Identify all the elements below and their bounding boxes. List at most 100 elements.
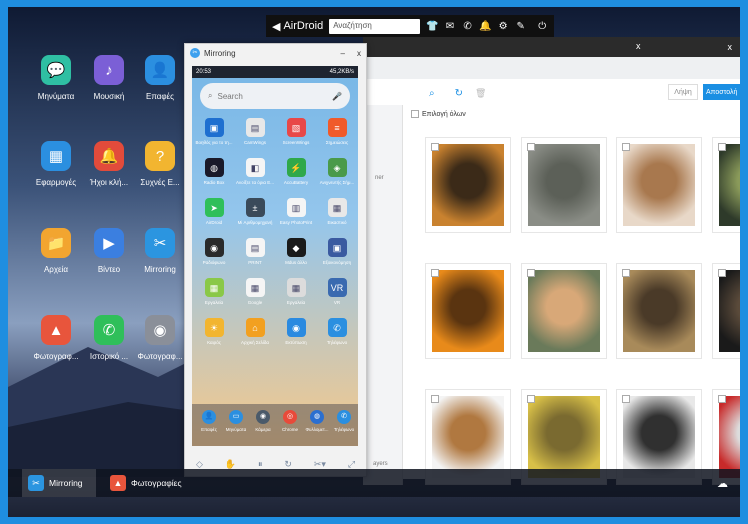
- photo-checkbox[interactable]: [431, 395, 439, 403]
- screenshot-icon[interactable]: ✂▾: [314, 459, 326, 470]
- phone-dock-app[interactable]: ▭ Μηνύματα: [221, 410, 251, 433]
- phone-dock-label: Επαφές: [201, 427, 217, 432]
- phone-dock-app[interactable]: ◎ Chrome: [275, 410, 305, 433]
- photo-thumbnail[interactable]: [712, 137, 740, 233]
- phone-app-icon[interactable]: VR VR: [317, 278, 357, 306]
- phone-icon[interactable]: ✆: [462, 21, 474, 32]
- tshirt-icon[interactable]: 👕: [426, 21, 438, 32]
- photo-checkbox[interactable]: [622, 269, 630, 277]
- phone-dock-app[interactable]: ◉ Κάμερα: [248, 410, 278, 433]
- photo-checkbox[interactable]: [527, 143, 535, 151]
- phone-app-icon[interactable]: ± Mi Αριθμομηχανή: [235, 198, 275, 226]
- airdroid-logo[interactable]: ◀ AirDroid: [272, 20, 323, 33]
- photo-thumbnail[interactable]: [425, 137, 511, 233]
- phone-app-icon[interactable]: ▧ ScreenWings: [276, 118, 316, 146]
- desktop-icon-tile: ▦: [41, 141, 71, 171]
- fullscreen-icon[interactable]: ⤢: [348, 459, 355, 470]
- photo-thumbnail[interactable]: [425, 263, 511, 359]
- photo-thumbnail[interactable]: [616, 137, 702, 233]
- phone-app-icon[interactable]: ▦ Εργαλεία: [194, 278, 234, 306]
- phone-app-icon[interactable]: ▣ Εξοικονόμηση: [317, 238, 357, 266]
- desktop-icon[interactable]: ◉ Φωτογραφ...: [130, 315, 190, 361]
- phone-app-icon[interactable]: ✆ Τηλέφωνο: [317, 318, 357, 346]
- gear-icon[interactable]: ⚙: [497, 21, 509, 32]
- phone-app-icon[interactable]: ▤ CamWings: [235, 118, 275, 146]
- phone-app-icon[interactable]: ▦ Google: [235, 278, 275, 306]
- photo-checkbox[interactable]: [431, 143, 439, 151]
- photo-checkbox[interactable]: [622, 143, 630, 151]
- phone-app-label: PRINT: [248, 260, 262, 265]
- phone-app-icon[interactable]: ≡ Σημειώσεις: [317, 118, 357, 146]
- window-close-icon[interactable]: x: [636, 41, 641, 51]
- phone-dock-app[interactable]: 👤 Επαφές: [194, 410, 224, 433]
- touch-icon[interactable]: ✋: [225, 459, 236, 470]
- phone-screen[interactable]: 20:53 45,2KB/s ⌕ Search 🎤 ▣ Βοηθός για το…: [192, 66, 358, 446]
- photo-checkbox[interactable]: [527, 269, 535, 277]
- phone-app-glyph: ▦: [250, 282, 260, 293]
- taskbar-item[interactable]: ▲ Φωτογραφίες: [104, 469, 188, 497]
- phone-app-icon[interactable]: ▥ Easy PhotoPrint: [276, 198, 316, 226]
- pen-icon[interactable]: ✎: [515, 21, 527, 32]
- photo-checkbox[interactable]: [718, 269, 726, 277]
- close-icon[interactable]: x: [357, 49, 361, 58]
- refresh-icon[interactable]: ↻: [284, 459, 292, 470]
- phone-app-icon[interactable]: ⌂ Αρχική Σελίδα: [235, 318, 275, 346]
- search-input[interactable]: Αναζήτηση: [329, 18, 421, 34]
- photo-checkbox[interactable]: [718, 143, 726, 151]
- search-icon[interactable]: ⌕: [429, 88, 435, 99]
- desktop-icon-tile: ▶: [94, 228, 124, 258]
- photo-checkbox[interactable]: [622, 395, 630, 403]
- desktop-icon-tile: ✆: [94, 315, 124, 345]
- desktop-icon[interactable]: 📁 Αρχεία: [26, 228, 86, 274]
- photo-checkbox[interactable]: [527, 395, 535, 403]
- phone-app-icon[interactable]: ▤ PRINT: [235, 238, 275, 266]
- phone-app-icon[interactable]: ▣ Βοηθός για το τη...: [194, 118, 234, 146]
- phone-app-label: Ραδιόφωνο: [202, 260, 226, 265]
- pause-icon[interactable]: ⏸: [258, 459, 263, 470]
- taskbar-item[interactable]: ✂ Mirroring: [22, 469, 96, 497]
- phone-app-icon[interactable]: ◆ Mdus άλλο: [276, 238, 316, 266]
- phone-dock-app[interactable]: ✆ Τηλέφωνο: [329, 410, 358, 433]
- download-button[interactable]: Λήψη: [668, 84, 698, 100]
- trash-icon[interactable]: 🗑: [475, 88, 486, 99]
- photo-thumbnail[interactable]: [616, 263, 702, 359]
- photo-thumbnail[interactable]: [521, 263, 607, 359]
- phone-app-glyph: VR: [330, 282, 344, 293]
- phone-app-icon[interactable]: ☀ Καιρός: [194, 318, 234, 346]
- select-all-checkbox[interactable]: [411, 110, 419, 118]
- upload-button[interactable]: Αποστολή: [703, 84, 740, 100]
- phone-app-icon[interactable]: ◈ Ανιχνευτής Σήμ...: [317, 158, 357, 186]
- phone-app-icon[interactable]: ▦ Εικαστικό: [317, 198, 357, 226]
- phone-app-icon[interactable]: ➤ AirDroid: [194, 198, 234, 226]
- rotate-icon[interactable]: ◇: [196, 459, 203, 470]
- photo-checkbox[interactable]: [431, 269, 439, 277]
- phone-search-bar[interactable]: ⌕ Search 🎤: [200, 83, 350, 109]
- desktop-icon[interactable]: ? Συχνές Ε...: [130, 141, 190, 187]
- photo-checkbox[interactable]: [718, 395, 726, 403]
- bell-icon[interactable]: 🔔: [479, 21, 491, 32]
- phone-app-icon[interactable]: ▦ Εργαλεία: [276, 278, 316, 306]
- photo-image: [432, 144, 504, 226]
- desktop-icon-tile: 👤: [145, 55, 175, 85]
- phone-app-icon[interactable]: ◉ Ραδιόφωνο: [194, 238, 234, 266]
- desktop-icon[interactable]: 💬 Μηνύματα: [26, 55, 86, 101]
- microphone-icon[interactable]: 🎤: [332, 92, 342, 101]
- phone-app-icon[interactable]: ◉ Εκτύπωση: [276, 318, 316, 346]
- phone-app-icon[interactable]: ◧ Ανοίξτε τα όρια E...: [235, 158, 275, 186]
- phone-dock-app[interactable]: ◍ Φυλλομετ...: [302, 410, 332, 433]
- power-icon[interactable]: ⏻: [536, 21, 548, 32]
- desktop-icon[interactable]: ▲ Φωτογραφ...: [26, 315, 86, 361]
- select-all[interactable]: Επιλογή όλων: [411, 110, 466, 118]
- desktop-icon[interactable]: ▦ Εφαρμογές: [26, 141, 86, 187]
- mail-icon[interactable]: ✉: [444, 21, 456, 32]
- phone-app-icon[interactable]: ◍ Radio Box: [194, 158, 234, 186]
- cloud-icon[interactable]: ☁: [717, 477, 728, 490]
- refresh-icon[interactable]: ↻: [455, 88, 463, 99]
- desktop-icon[interactable]: ✂ Mirroring: [130, 228, 190, 274]
- phone-app-icon[interactable]: ⚡ AccuBattery: [276, 158, 316, 186]
- minimize-icon[interactable]: –: [341, 49, 345, 58]
- close-icon[interactable]: x: [728, 42, 733, 52]
- photo-thumbnail[interactable]: [521, 137, 607, 233]
- desktop-icon[interactable]: 👤 Επαφές: [130, 55, 190, 101]
- photo-thumbnail[interactable]: [712, 263, 740, 359]
